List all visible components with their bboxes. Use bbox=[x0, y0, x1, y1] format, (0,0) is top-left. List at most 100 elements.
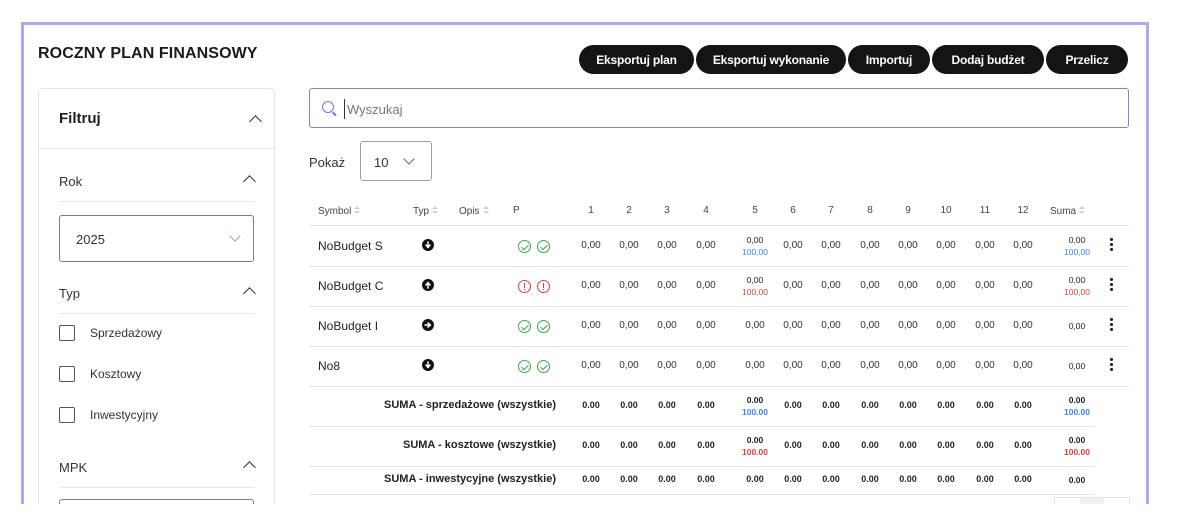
sum-month-cell: 0.00 bbox=[861, 440, 879, 450]
plan-value: 0.00 bbox=[1068, 395, 1086, 405]
header-divider bbox=[309, 225, 1129, 226]
month-cell: 0,00 bbox=[783, 240, 803, 251]
recalculate-button[interactable]: Przelicz bbox=[1046, 45, 1128, 74]
check-circle-icon bbox=[518, 360, 531, 373]
search-box[interactable] bbox=[309, 88, 1129, 128]
month-cell: 0,00 bbox=[936, 320, 956, 331]
sum-cell: 0,00 bbox=[1068, 321, 1086, 331]
column-header-typ[interactable]: Typ bbox=[413, 205, 439, 217]
sum-month-cell: 0.00 bbox=[822, 400, 840, 410]
export-execution-button[interactable]: Eksportuj wykonanie bbox=[696, 45, 846, 74]
row-menu-icon[interactable] bbox=[1110, 358, 1113, 371]
page-size-select[interactable]: 10 bbox=[360, 141, 432, 181]
row-menu-icon[interactable] bbox=[1110, 238, 1113, 251]
month-cell: 0,00 bbox=[898, 240, 918, 251]
chevron-up-icon[interactable] bbox=[243, 287, 256, 300]
sum-row-label: SUMA - sprzedażowe (wszystkie) bbox=[384, 399, 556, 411]
type-option-cost[interactable]: Kosztowy bbox=[59, 366, 141, 382]
mpk-label: MPK bbox=[59, 460, 88, 475]
add-budget-button[interactable]: Dodaj budżet bbox=[932, 45, 1044, 74]
month-cell: 0,00 bbox=[860, 280, 880, 291]
chevron-up-icon[interactable] bbox=[249, 115, 262, 128]
column-header-month: 4 bbox=[703, 205, 709, 216]
execution-value: 100,00 bbox=[1064, 287, 1090, 297]
checkbox[interactable] bbox=[59, 366, 75, 382]
sum-month-cell: 0.00 bbox=[1014, 400, 1032, 410]
column-header-month: 2 bbox=[626, 205, 632, 216]
plan-value: 0.00 bbox=[746, 395, 764, 405]
month-cell: 0,00 bbox=[975, 320, 995, 331]
type-option-investment[interactable]: Inwestycyjny bbox=[59, 407, 158, 423]
sum-month-cell: 0.00 bbox=[899, 400, 917, 410]
divider bbox=[59, 313, 255, 314]
search-input[interactable] bbox=[344, 99, 1114, 119]
month-cell: 0,00 bbox=[657, 320, 677, 331]
month-cell: 0,00 bbox=[898, 280, 918, 291]
type-label: Typ bbox=[59, 286, 80, 301]
sum-cell: 0,00 bbox=[1068, 361, 1086, 371]
execution-value: 100,00 bbox=[742, 247, 768, 257]
month-cell: 0,00 bbox=[619, 240, 639, 251]
sum-month-cell: 0.00 bbox=[582, 474, 600, 484]
sum-month-cell: 0.00 bbox=[620, 400, 638, 410]
page-size-label: Pokaż bbox=[309, 155, 346, 170]
chevron-up-icon[interactable] bbox=[243, 175, 256, 188]
row-menu-icon[interactable] bbox=[1110, 278, 1113, 291]
month-cell: 0,00 bbox=[975, 360, 995, 371]
alert-circle-icon bbox=[537, 280, 550, 293]
month-cell: 0,00 bbox=[783, 360, 803, 371]
month-cell: 0,00 bbox=[696, 240, 716, 251]
import-button[interactable]: Importuj bbox=[848, 45, 930, 74]
sum-row-divider bbox=[309, 494, 1095, 495]
sum-month-cell: 0.00 bbox=[784, 474, 802, 484]
sum-month-cell: 0.00 bbox=[976, 400, 994, 410]
year-label: Rok bbox=[59, 174, 83, 189]
column-header-symbol[interactable]: Symbol bbox=[318, 205, 361, 217]
month-cell: 0,00 bbox=[821, 240, 841, 251]
row-menu-icon[interactable] bbox=[1110, 318, 1113, 331]
month-cell: 0,00 bbox=[657, 280, 677, 291]
check-circle-icon bbox=[518, 240, 531, 253]
sum-cell: 0,00 100,00 bbox=[1053, 234, 1101, 258]
row-symbol: NoBudget S bbox=[318, 239, 383, 253]
month-cell: 0,00 bbox=[745, 320, 765, 331]
sum-month-cell: 0.00 bbox=[1014, 440, 1032, 450]
month-cell: 0,00 bbox=[619, 320, 639, 331]
search-icon bbox=[322, 101, 334, 113]
pagination-page[interactable] bbox=[1080, 498, 1104, 504]
divider bbox=[59, 201, 255, 202]
month-cell: 0,00 100,00 bbox=[735, 274, 775, 298]
row-divider bbox=[309, 386, 1129, 387]
chevron-up-icon[interactable] bbox=[243, 461, 256, 474]
mpk-select[interactable] bbox=[59, 499, 254, 504]
month-cell: 0,00 bbox=[657, 360, 677, 371]
year-select[interactable]: 2025 bbox=[59, 215, 254, 262]
sum-month-cell: 0.00 bbox=[697, 400, 715, 410]
month-cell: 0,00 100,00 bbox=[735, 234, 775, 258]
month-cell: 0,00 bbox=[936, 240, 956, 251]
type-option-sales[interactable]: Sprzedażowy bbox=[59, 325, 162, 341]
month-cell: 0,00 bbox=[696, 280, 716, 291]
sum-total-cell: 0.00 100.00 bbox=[1053, 394, 1101, 418]
sum-month-cell: 0.00 100.00 bbox=[735, 394, 775, 418]
action-toolbar: Eksportuj plan Eksportuj wykonanie Impor… bbox=[579, 45, 1128, 74]
month-cell: 0,00 bbox=[821, 360, 841, 371]
month-cell: 0,00 bbox=[860, 320, 880, 331]
plan-value: 0.00 bbox=[746, 435, 764, 445]
month-cell: 0,00 bbox=[745, 360, 765, 371]
export-plan-button[interactable]: Eksportuj plan bbox=[579, 45, 694, 74]
row-divider bbox=[309, 266, 1129, 267]
sum-month-cell: 0.00 bbox=[697, 474, 715, 484]
row-divider bbox=[309, 346, 1129, 347]
pagination[interactable] bbox=[1054, 497, 1130, 504]
checkbox[interactable] bbox=[59, 407, 75, 423]
execution-value: 100.00 bbox=[1064, 447, 1090, 457]
sum-row-divider bbox=[309, 426, 1095, 427]
checkbox[interactable] bbox=[59, 325, 75, 341]
sort-icon bbox=[1079, 206, 1086, 215]
page-title: ROCZNY PLAN FINANSOWY bbox=[38, 45, 258, 62]
type-option-label: Kosztowy bbox=[90, 367, 142, 381]
filter-header[interactable]: Filtruj bbox=[39, 89, 274, 149]
column-header-suma[interactable]: Suma bbox=[1050, 205, 1086, 217]
column-header-opis[interactable]: Opis bbox=[459, 205, 489, 217]
